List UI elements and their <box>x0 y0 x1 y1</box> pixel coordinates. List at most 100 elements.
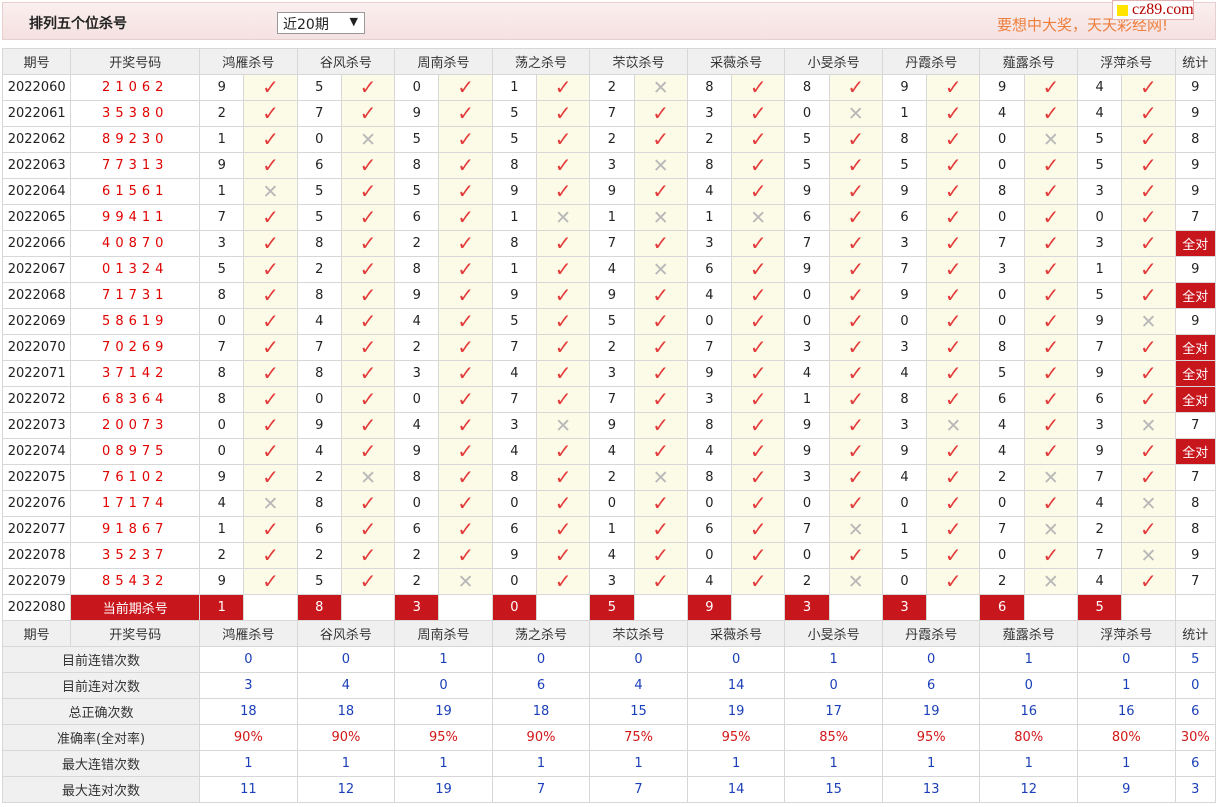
kill-result: ✓ <box>828 412 883 439</box>
kill-result: ✓ <box>340 256 396 283</box>
column-header: 周南杀号 <box>394 48 493 75</box>
kill-result: ✓ <box>1023 360 1079 387</box>
summary-value: 1 <box>979 750 1079 777</box>
period-select[interactable]: 近20期 ▼ <box>277 12 365 34</box>
cross-mark-icon: ✕ <box>555 206 572 229</box>
kill-number: 9 <box>589 282 635 309</box>
check-mark-icon: ✓ <box>749 543 767 567</box>
kill-number: 8 <box>199 386 245 413</box>
kill-result: ✓ <box>535 256 591 283</box>
current-kill-number: 3 <box>881 594 928 621</box>
kill-number: 8 <box>394 256 440 283</box>
kill-result: ✓ <box>633 542 688 569</box>
summary-value: 0 <box>394 672 493 699</box>
correct-count: 9 <box>1174 74 1217 101</box>
issue-number: 2022060 <box>1 74 72 101</box>
draw-numbers: 35380 <box>70 100 201 127</box>
kill-number: 5 <box>1077 282 1123 309</box>
check-mark-icon: ✓ <box>1042 309 1060 333</box>
kill-number: 9 <box>394 438 440 465</box>
check-mark-icon: ✓ <box>262 569 279 593</box>
kill-number: 0 <box>199 412 245 439</box>
kill-number: 9 <box>394 282 440 309</box>
check-mark-icon: ✓ <box>944 283 962 307</box>
kill-number: 8 <box>296 490 342 517</box>
check-mark-icon: ✓ <box>457 101 474 125</box>
check-mark-icon: ✓ <box>847 335 865 359</box>
kill-result: ✓ <box>535 100 591 127</box>
check-mark-icon: ✓ <box>457 361 474 385</box>
kill-result: ✓ <box>243 438 298 465</box>
correct-count: 8 <box>1174 490 1217 517</box>
check-mark-icon: ✓ <box>457 439 474 463</box>
summary-stat: 5 <box>1174 646 1217 673</box>
period-select-value: 近20期 <box>283 17 329 33</box>
summary-value: 17 <box>784 698 883 725</box>
summary-value: 1 <box>296 750 396 777</box>
table-row: 2022073 20073 0 ✓ 9 ✓ 4 ✓ 3 ✕ 9 ✓ 8 ✓ 9 ✓ 3 ✕ 4 ✓ 3 ✕ 7 <box>1 412 1217 439</box>
column-header: 期号 <box>1 620 72 647</box>
check-mark-icon: ✓ <box>652 439 670 463</box>
issue-number: 2022079 <box>1 568 72 595</box>
check-mark-icon: ✓ <box>359 153 377 177</box>
column-header: 开奖号码 <box>70 620 201 647</box>
kill-number: 3 <box>686 386 733 413</box>
kill-result: ✕ <box>1121 542 1176 569</box>
check-mark-icon: ✓ <box>1042 75 1060 99</box>
kill-number: 0 <box>1077 204 1123 231</box>
kill-number: 1 <box>589 204 635 231</box>
kill-number-table: 期号 开奖号码 鸿雁杀号 谷风杀号 周南杀号 荡之杀号 芣苡杀号 采薇杀号 小旻杀号 丹霞杀号 薤露… <box>1 48 1217 803</box>
empty-cell <box>340 594 396 621</box>
kill-result: ✕ <box>1121 412 1176 439</box>
site-logo[interactable]: cz89.com <box>1112 0 1194 20</box>
kill-number: 9 <box>199 568 245 595</box>
kill-result: ✓ <box>1121 464 1176 491</box>
kill-result: ✓ <box>243 308 298 335</box>
summary-value: 18 <box>199 698 298 725</box>
kill-result: ✕ <box>633 204 688 231</box>
kill-result: ✓ <box>926 490 981 517</box>
summary-value: 90% <box>199 724 298 751</box>
correct-count: 9 <box>1174 152 1217 179</box>
kill-result: ✓ <box>828 438 883 465</box>
issue-number: 2022073 <box>1 412 72 439</box>
summary-value: 7 <box>491 776 591 803</box>
kill-number: 9 <box>784 412 830 439</box>
kill-number: 1 <box>199 126 245 153</box>
check-mark-icon: ✓ <box>1140 101 1157 125</box>
kill-number: 7 <box>199 204 245 231</box>
kill-number: 7 <box>589 100 635 127</box>
cross-mark-icon: ✕ <box>457 570 474 593</box>
kill-number: 9 <box>881 178 928 205</box>
draw-numbers: 08975 <box>70 438 201 465</box>
kill-result: ✓ <box>1121 360 1176 387</box>
check-mark-icon: ✓ <box>359 257 377 281</box>
kill-number: 2 <box>979 464 1025 491</box>
kill-result: ✓ <box>535 542 591 569</box>
summary-value: 1 <box>979 646 1079 673</box>
summary-value: 90% <box>296 724 396 751</box>
issue-number: 2022078 <box>1 542 72 569</box>
kill-result: ✓ <box>828 490 883 517</box>
correct-count: 7 <box>1174 204 1217 231</box>
cross-mark-icon: ✕ <box>945 414 962 437</box>
kill-number: 2 <box>394 542 440 569</box>
check-mark-icon: ✓ <box>554 543 572 567</box>
column-header: 浮萍杀号 <box>1077 48 1176 75</box>
kill-number: 5 <box>784 126 830 153</box>
kill-number: 0 <box>979 542 1025 569</box>
kill-number: 1 <box>491 256 537 283</box>
kill-number: 2 <box>199 100 245 127</box>
column-header: 薤露杀号 <box>979 48 1079 75</box>
check-mark-icon: ✓ <box>457 543 474 567</box>
kill-result: ✓ <box>438 490 493 517</box>
check-mark-icon: ✓ <box>1140 179 1157 203</box>
kill-number: 2 <box>296 464 342 491</box>
current-period-row: 2022080 当前期杀号 1 8 3 0 5 9 3 3 6 5 <box>1 594 1217 621</box>
kill-number: 2 <box>686 126 733 153</box>
check-mark-icon: ✓ <box>457 413 474 437</box>
check-mark-icon: ✓ <box>554 361 572 385</box>
kill-number: 8 <box>199 360 245 387</box>
kill-number: 0 <box>881 490 928 517</box>
cross-mark-icon: ✕ <box>847 570 864 593</box>
